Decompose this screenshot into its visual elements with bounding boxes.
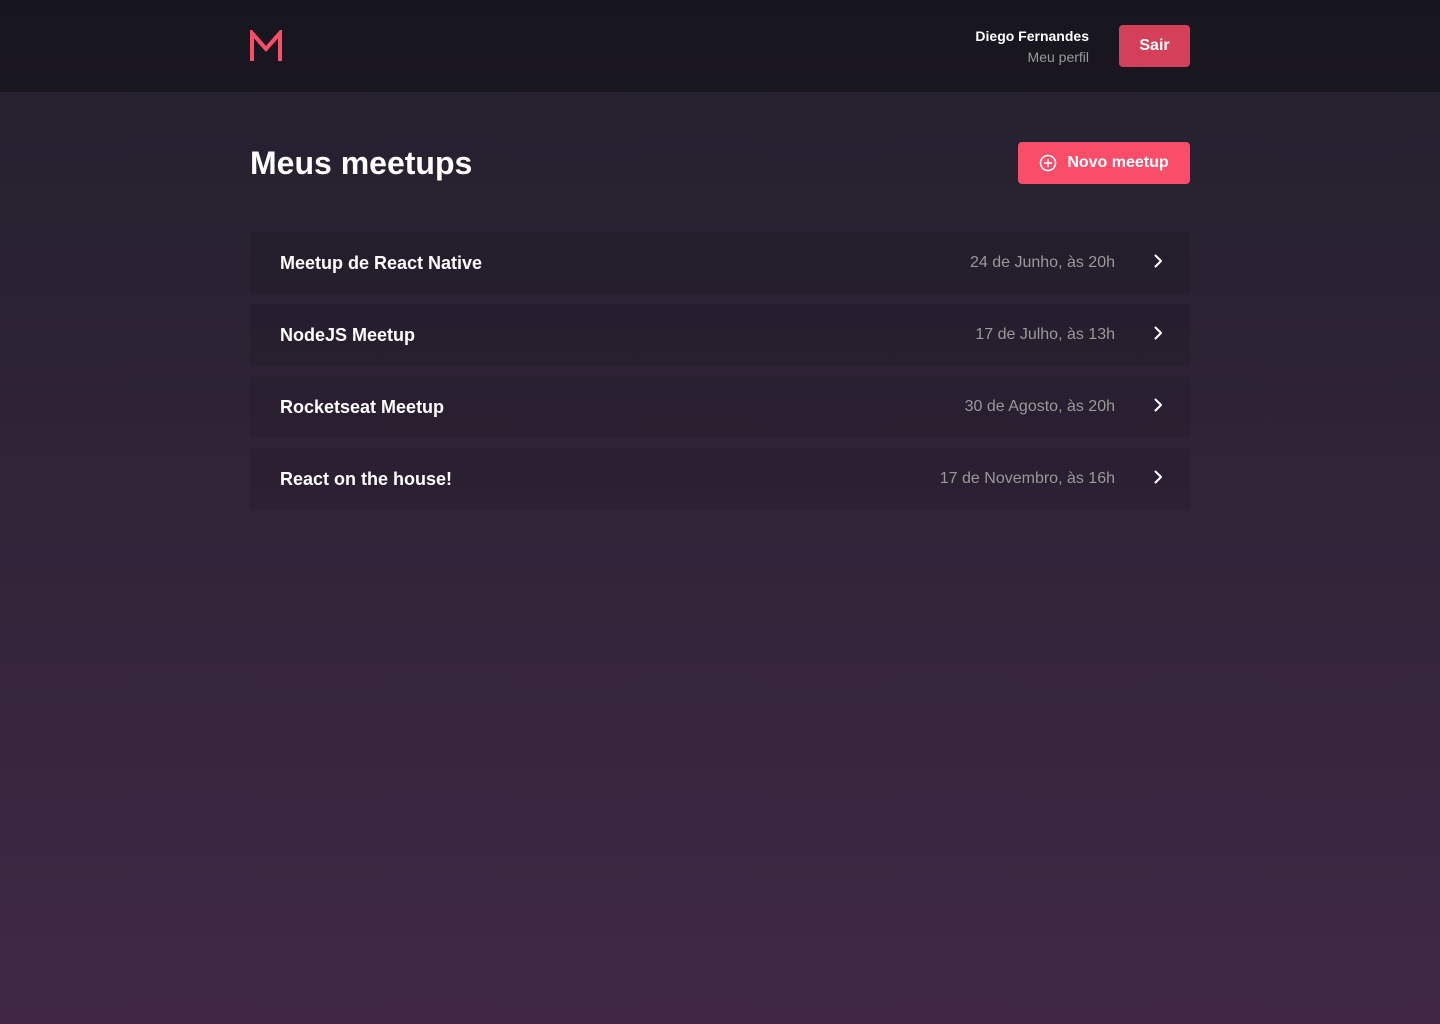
meetup-title: Rocketseat Meetup — [280, 397, 445, 417]
new-meetup-label: Novo meetup — [1067, 154, 1169, 171]
chevron-right-icon[interactable] — [1150, 469, 1166, 485]
add-circle-icon — [1040, 154, 1057, 172]
page-title: Meus meetups — [250, 145, 473, 181]
meetup-date: 17 de Novembro, às 16h — [939, 470, 1115, 487]
meetup-title: Meetup de React Native — [280, 253, 483, 273]
chevron-right-icon[interactable] — [1150, 397, 1166, 413]
meetup-list: Meetup de React Native 24 de Junho, às 2… — [250, 232, 1190, 520]
logout-button[interactable]: Sair — [1119, 25, 1190, 67]
chevron-right-icon[interactable] — [1150, 325, 1166, 341]
page-header: Meus meetups Novo meetup — [250, 142, 1190, 184]
my-profile-link[interactable]: Meu perfil — [975, 48, 1089, 66]
meetup-item[interactable]: Meetup de React Native 24 de Junho, às 2… — [250, 232, 1190, 294]
meetup-item[interactable]: NodeJS Meetup 17 de Julho, às 13h — [250, 304, 1190, 366]
user-profile: Diego Fernandes Meu perfil — [975, 27, 1089, 66]
meetapp-logo-icon[interactable] — [250, 30, 282, 62]
meetup-date: 24 de Junho, às 20h — [969, 254, 1115, 271]
meetup-title: React on the house! — [280, 469, 453, 489]
user-name: Diego Fernandes — [975, 28, 1089, 44]
meetup-item[interactable]: React on the house! 17 de Novembro, às 1… — [250, 448, 1190, 510]
new-meetup-button[interactable]: Novo meetup — [1018, 142, 1190, 184]
chevron-right-icon[interactable] — [1150, 253, 1166, 269]
meetup-item[interactable]: Rocketseat Meetup 30 de Agosto, às 20h — [250, 376, 1190, 438]
meetup-date: 17 de Julho, às 13h — [975, 326, 1115, 343]
top-bar: Diego Fernandes Meu perfil Sair — [0, 0, 1440, 92]
meetup-date: 30 de Agosto, às 20h — [964, 398, 1115, 415]
meetup-title: NodeJS Meetup — [280, 325, 416, 345]
top-bar-content: Diego Fernandes Meu perfil Sair — [250, 0, 1190, 92]
